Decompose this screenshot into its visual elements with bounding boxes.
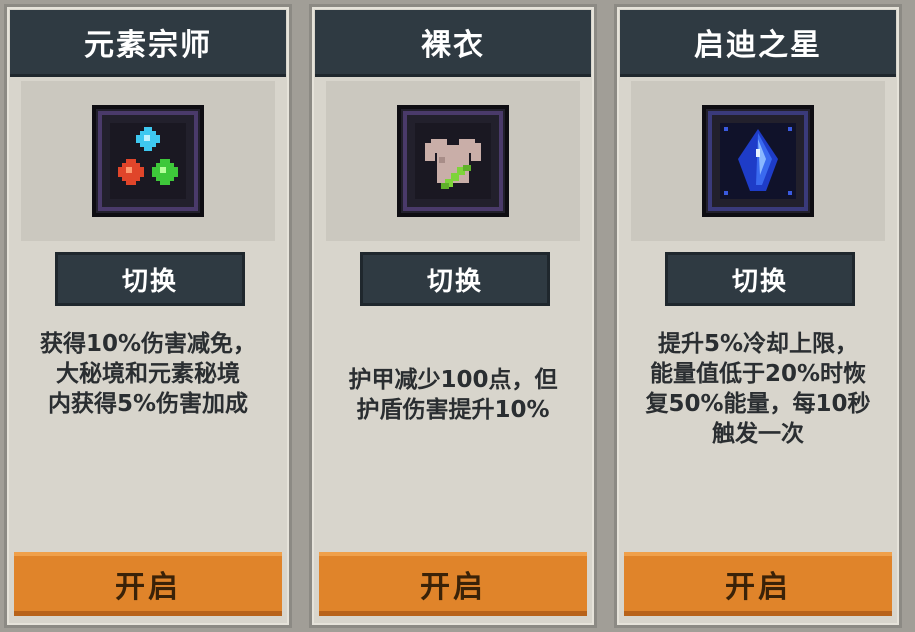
icon-area <box>21 81 275 241</box>
switch-button[interactable]: 切换 <box>360 252 550 306</box>
open-button[interactable]: 开启 <box>14 552 282 616</box>
talent-description: 提升5%冷却上限， 能量值低于20%时恢 复50%能量，每10秒 触发一次 <box>645 331 871 447</box>
switch-button-label: 切换 <box>121 266 178 297</box>
talent-card-bare-armor: 裸衣 切换 护甲减少100点，但 护盾伤害提升10% 开启 <box>309 4 597 628</box>
switch-button[interactable]: 切换 <box>55 252 245 306</box>
talent-description: 护甲减少100点，但 护盾伤害提升10% <box>348 367 558 423</box>
talent-card-elemental-master: 元素宗师 切换 获得10%伤害减免， 大秘境和元素秘境 内获得5%伤害加成 开启 <box>4 4 292 628</box>
icon-area <box>631 81 885 241</box>
blue-star-crystal-icon <box>702 105 814 217</box>
talent-description: 获得10%伤害减免， 大秘境和元素秘境 内获得5%伤害加成 <box>39 331 257 417</box>
open-button-label: 开启 <box>725 569 791 605</box>
open-button-label: 开启 <box>115 569 181 605</box>
card-title: 启迪之星 <box>694 28 822 63</box>
card-header: 启迪之星 <box>620 10 896 77</box>
talent-card-enlightening-star: 启迪之星 切换 提升5%冷却上限， 能量值低于20%时恢 复50%能量，每10秒… <box>614 4 902 628</box>
icon-area <box>326 81 580 241</box>
switch-button-label: 切换 <box>426 266 483 297</box>
card-header: 元素宗师 <box>10 10 286 77</box>
card-header: 裸衣 <box>315 10 591 77</box>
bare-armor-icon <box>397 105 509 217</box>
talent-selection-board: 元素宗师 切换 获得10%伤害减免， 大秘境和元素秘境 内获得5%伤害加成 开启… <box>0 0 915 632</box>
open-button[interactable]: 开启 <box>319 552 587 616</box>
card-title: 元素宗师 <box>84 28 212 63</box>
elemental-orbs-icon <box>92 105 204 217</box>
open-button[interactable]: 开启 <box>624 552 892 616</box>
card-title: 裸衣 <box>421 28 485 63</box>
switch-button-label: 切换 <box>731 266 788 297</box>
switch-button[interactable]: 切换 <box>665 252 855 306</box>
open-button-label: 开启 <box>420 569 486 605</box>
